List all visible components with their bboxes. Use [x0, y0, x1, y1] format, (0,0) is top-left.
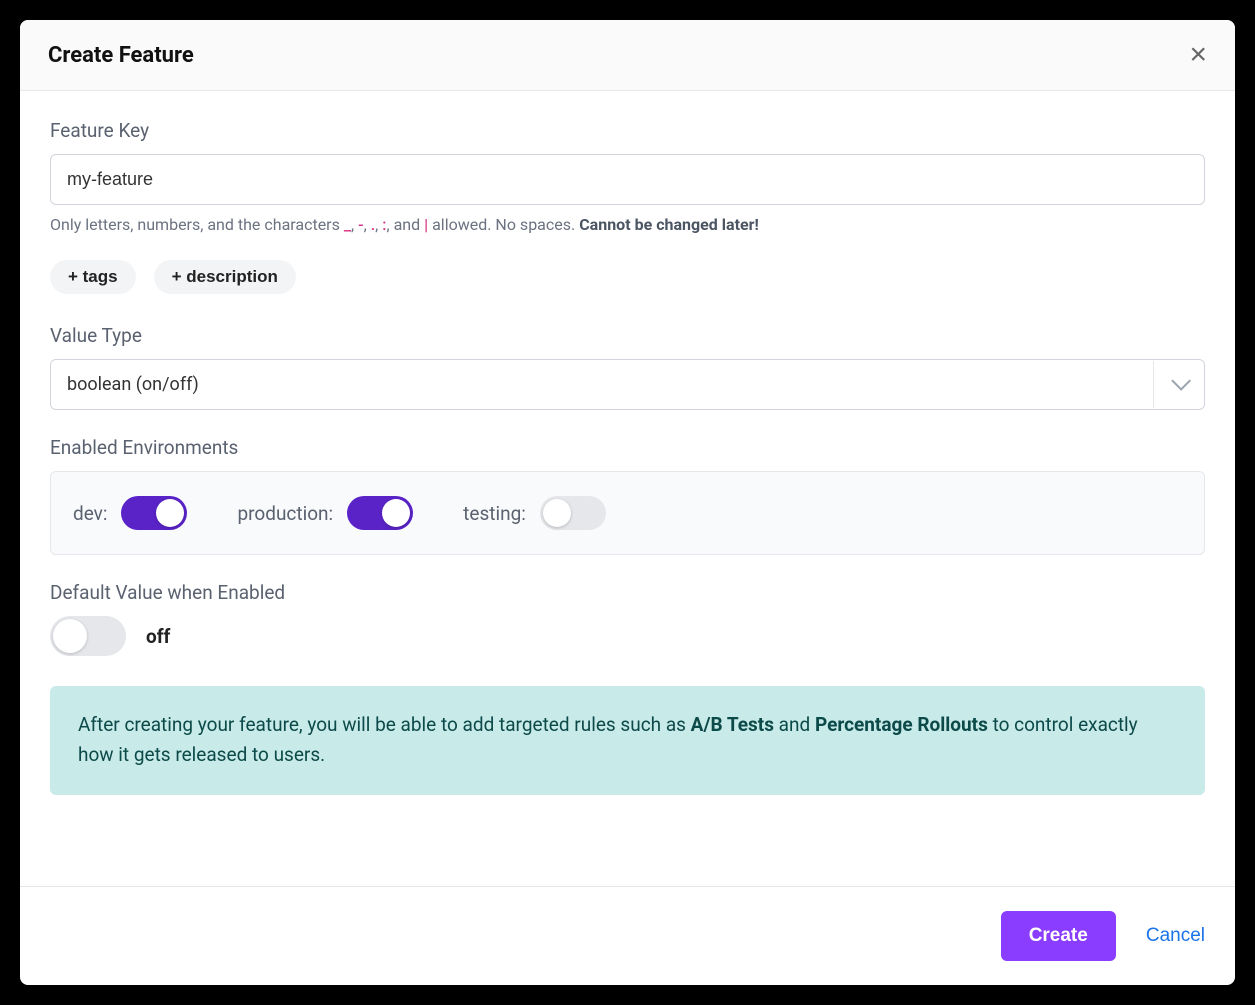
- env-item-testing: testing:: [463, 496, 606, 530]
- default-value-label: Default Value when Enabled: [50, 581, 1205, 604]
- environments-group: Enabled Environments dev: production: te…: [50, 436, 1205, 555]
- close-icon[interactable]: ×: [1189, 40, 1207, 70]
- feature-key-input[interactable]: [50, 154, 1205, 205]
- env-item-production: production:: [237, 496, 413, 530]
- default-value-row: off: [50, 616, 1205, 656]
- chevron-down-icon: [1153, 361, 1204, 408]
- value-type-selected: boolean (on/off): [51, 360, 1153, 409]
- add-description-button[interactable]: + description: [154, 260, 296, 294]
- value-type-select[interactable]: boolean (on/off): [50, 359, 1205, 410]
- env-toggle-testing[interactable]: [540, 496, 606, 530]
- cancel-button[interactable]: Cancel: [1146, 925, 1205, 947]
- default-value-state: off: [146, 625, 170, 648]
- meta-pills: + tags + description: [50, 260, 1205, 294]
- feature-key-helper: Only letters, numbers, and the character…: [50, 215, 1205, 234]
- environments-box: dev: production: testing:: [50, 471, 1205, 555]
- info-banner: After creating your feature, you will be…: [50, 686, 1205, 795]
- default-value-group: Default Value when Enabled off: [50, 581, 1205, 656]
- modal-footer: Create Cancel: [20, 886, 1235, 985]
- env-label-testing: testing:: [463, 502, 526, 525]
- feature-key-label: Feature Key: [50, 119, 1205, 142]
- create-button[interactable]: Create: [1001, 911, 1116, 961]
- create-feature-modal: Create Feature × Feature Key Only letter…: [20, 20, 1235, 985]
- env-toggle-production[interactable]: [347, 496, 413, 530]
- value-type-label: Value Type: [50, 324, 1205, 347]
- default-value-toggle[interactable]: [50, 616, 126, 656]
- value-type-group: Value Type boolean (on/off): [50, 324, 1205, 410]
- add-tags-button[interactable]: + tags: [50, 260, 136, 294]
- env-toggle-dev[interactable]: [121, 496, 187, 530]
- modal-title: Create Feature: [48, 43, 194, 68]
- feature-key-group: Feature Key Only letters, numbers, and t…: [50, 119, 1205, 234]
- modal-header: Create Feature ×: [20, 20, 1235, 91]
- environments-label: Enabled Environments: [50, 436, 1205, 459]
- env-item-dev: dev:: [73, 496, 187, 530]
- modal-body: Feature Key Only letters, numbers, and t…: [20, 91, 1235, 886]
- env-label-production: production:: [237, 502, 333, 525]
- env-label-dev: dev:: [73, 502, 107, 525]
